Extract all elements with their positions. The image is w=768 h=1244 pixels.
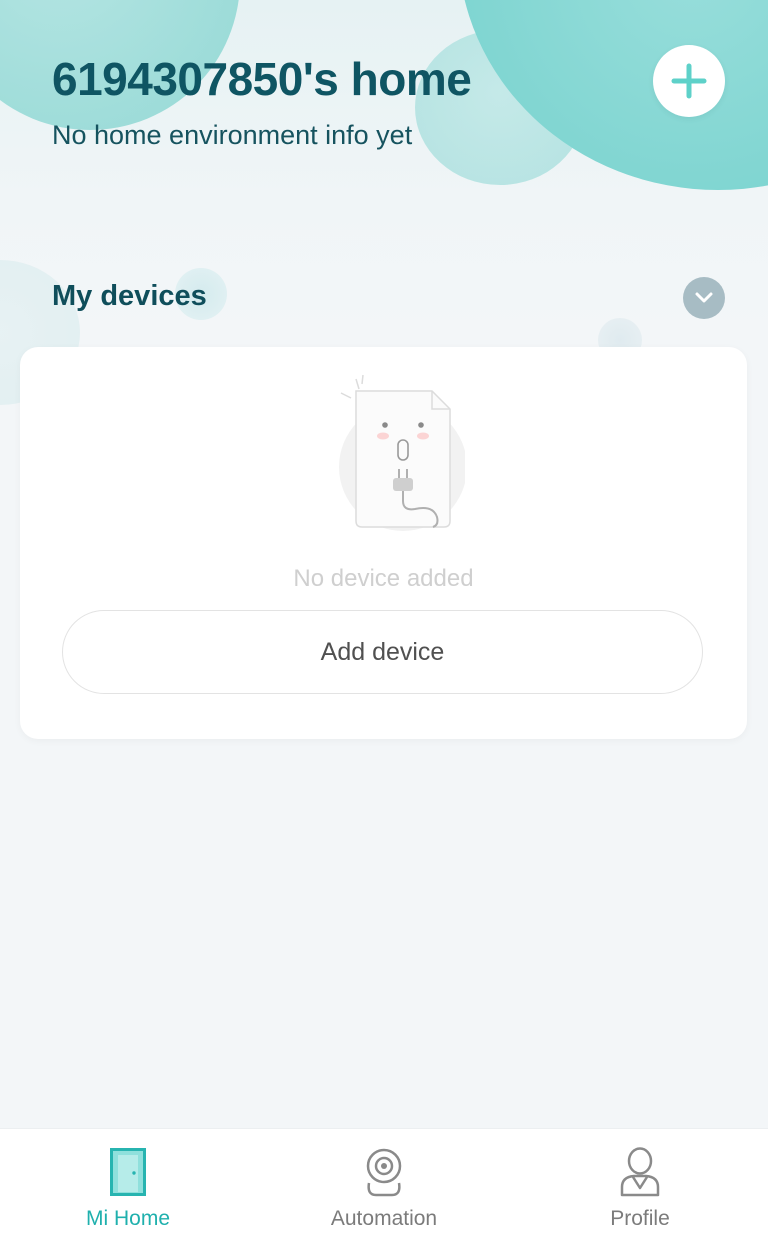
unplugged-device-illustration xyxy=(339,374,465,531)
plus-icon xyxy=(671,63,707,99)
my-devices-heading: My devices xyxy=(52,280,207,312)
person-icon xyxy=(615,1147,665,1197)
tab-profile[interactable]: Profile xyxy=(512,1129,768,1244)
nav-label: Profile xyxy=(610,1207,670,1230)
tab-mi-home[interactable]: Mi Home xyxy=(0,1129,256,1244)
home-environment-info[interactable]: No home environment info yet xyxy=(52,120,412,151)
bottom-navigation: Mi Home Automation Profile xyxy=(0,1128,768,1244)
add-device-button[interactable]: Add device xyxy=(62,610,703,694)
camera-icon xyxy=(359,1147,409,1197)
tab-automation[interactable]: Automation xyxy=(256,1129,512,1244)
chevron-down-icon xyxy=(695,292,713,303)
nav-label: Automation xyxy=(330,1207,438,1230)
collapse-button[interactable] xyxy=(683,277,725,319)
device-card: No device added Add device xyxy=(20,347,747,739)
add-button[interactable] xyxy=(653,45,725,117)
empty-state-text: No device added xyxy=(293,565,474,592)
nav-label: Mi Home xyxy=(85,1207,170,1230)
home-title[interactable]: 6194307850's home xyxy=(52,52,472,106)
door-icon xyxy=(103,1147,153,1197)
